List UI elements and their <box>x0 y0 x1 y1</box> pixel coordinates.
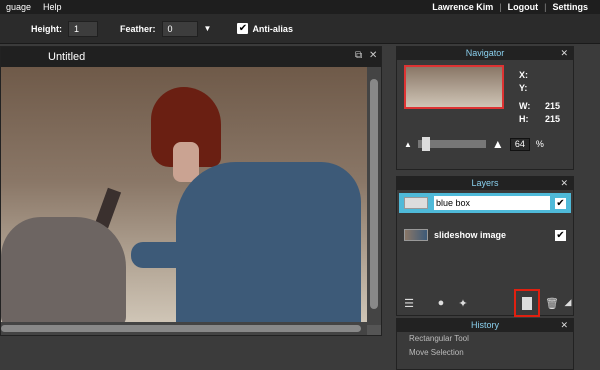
menu-help[interactable]: Help <box>37 2 68 12</box>
panel-title: Navigator <box>465 48 505 58</box>
scroll-thumb[interactable] <box>370 79 378 309</box>
layer-properties-icon[interactable]: ☰ <box>401 297 417 311</box>
slider-handle[interactable] <box>421 137 430 151</box>
h-label: H: <box>519 114 529 124</box>
menu-bar: guage Help Lawrence Kim | Logout | Setti… <box>0 0 600 14</box>
visibility-checkbox[interactable]: ✔ <box>555 229 566 241</box>
vertical-scrollbar[interactable] <box>367 67 381 325</box>
w-label: W: <box>519 101 531 111</box>
zoom-unit: % <box>535 139 544 149</box>
photo-face <box>173 142 199 182</box>
horizontal-scrollbar[interactable] <box>1 322 367 335</box>
zoom-in-icon[interactable]: ▲ <box>492 137 504 151</box>
layer-thumbnail <box>404 197 428 209</box>
x-label: X: <box>519 70 528 80</box>
canvas-image[interactable] <box>1 67 367 322</box>
history-item[interactable]: Rectangular Tool <box>397 332 573 346</box>
trash-icon[interactable]: 🗑 <box>544 297 560 311</box>
feather-label: Feather: <box>120 23 156 34</box>
layer-effects-icon[interactable]: ✦ <box>455 297 471 311</box>
zoom-input[interactable]: 64 <box>509 137 530 151</box>
navigator-thumbnail[interactable] <box>404 65 504 109</box>
photo-arm <box>131 242 241 268</box>
layer-row-slideshow[interactable]: slideshow image ✔ <box>399 225 571 245</box>
layer-thumbnail <box>404 229 428 241</box>
antialias-checkbox[interactable]: ✔ <box>237 23 249 34</box>
photo-dog <box>1 217 126 322</box>
zoom-slider[interactable] <box>417 137 486 151</box>
close-icon[interactable]: ✕ <box>560 47 568 60</box>
zoom-row: ▲ ▲ 64 % <box>404 137 569 151</box>
layer-name: slideshow image <box>434 230 507 240</box>
divider: | <box>544 2 547 12</box>
close-icon[interactable]: ✕ <box>560 177 568 190</box>
layer-row-blue-box[interactable]: blue box ✔ <box>399 193 571 213</box>
close-icon[interactable]: ✕ <box>560 319 568 332</box>
logout-link[interactable]: Logout <box>508 2 539 12</box>
navigator-title: Navigator ✕ <box>397 47 573 60</box>
restore-icon[interactable]: ⧉ <box>355 50 362 61</box>
history-panel: History ✕ Rectangular Tool Move Selectio… <box>396 318 574 370</box>
layer-name-input[interactable]: blue box <box>434 196 550 210</box>
history-title: History ✕ <box>397 319 573 332</box>
height-label: Height: <box>31 23 62 34</box>
new-layer-icon <box>522 296 532 310</box>
zoom-out-icon[interactable]: ▲ <box>404 140 412 149</box>
y-label: Y: <box>519 83 528 93</box>
feather-input[interactable]: 0 <box>161 20 198 37</box>
layers-title: Layers ✕ <box>397 177 573 190</box>
w-value: 215 <box>545 101 561 111</box>
layer-mask-icon[interactable]: ● <box>433 297 449 311</box>
canvas-titlebar: Untitled ⧉ ✕ <box>1 47 381 67</box>
antialias-label: Anti-alias <box>252 23 293 34</box>
layer-toolbar: ☰ ● ✦ 🗑 ◢ <box>401 294 571 314</box>
new-layer-button[interactable] <box>514 289 540 317</box>
user-name[interactable]: Lawrence Kim <box>432 2 493 12</box>
chevron-down-icon[interactable]: ▼ <box>204 24 212 33</box>
navigator-panel: Navigator ✕ X: Y: W: 215 H: 215 ▲ ▲ 64 % <box>396 46 574 170</box>
visibility-checkbox[interactable]: ✔ <box>555 197 566 209</box>
close-icon[interactable]: ✕ <box>369 50 377 61</box>
user-menu: Lawrence Kim | Logout | Settings <box>432 0 588 14</box>
document-title: Untitled <box>48 51 86 63</box>
resize-icon: ◢ <box>564 297 572 307</box>
settings-link[interactable]: Settings <box>552 2 588 12</box>
scroll-thumb[interactable] <box>1 325 361 332</box>
panel-title: Layers <box>471 178 499 188</box>
history-item[interactable]: Move Selection <box>397 346 573 360</box>
menu-language[interactable]: guage <box>0 2 37 12</box>
canvas-window: Untitled ⧉ ✕ <box>0 46 382 336</box>
height-input[interactable]: 1 <box>68 20 98 37</box>
h-value: 215 <box>545 114 561 124</box>
layers-panel: Layers ✕ blue box ✔ slideshow image ✔ ☰ … <box>396 176 574 317</box>
panel-title: History <box>470 320 499 330</box>
divider: | <box>499 2 502 12</box>
tool-options-bar: Height: 1 Feather: 0 ▼ ✔ Anti-alias <box>0 14 600 44</box>
navigator-info: X: Y: W: 215 H: 215 <box>519 69 560 126</box>
